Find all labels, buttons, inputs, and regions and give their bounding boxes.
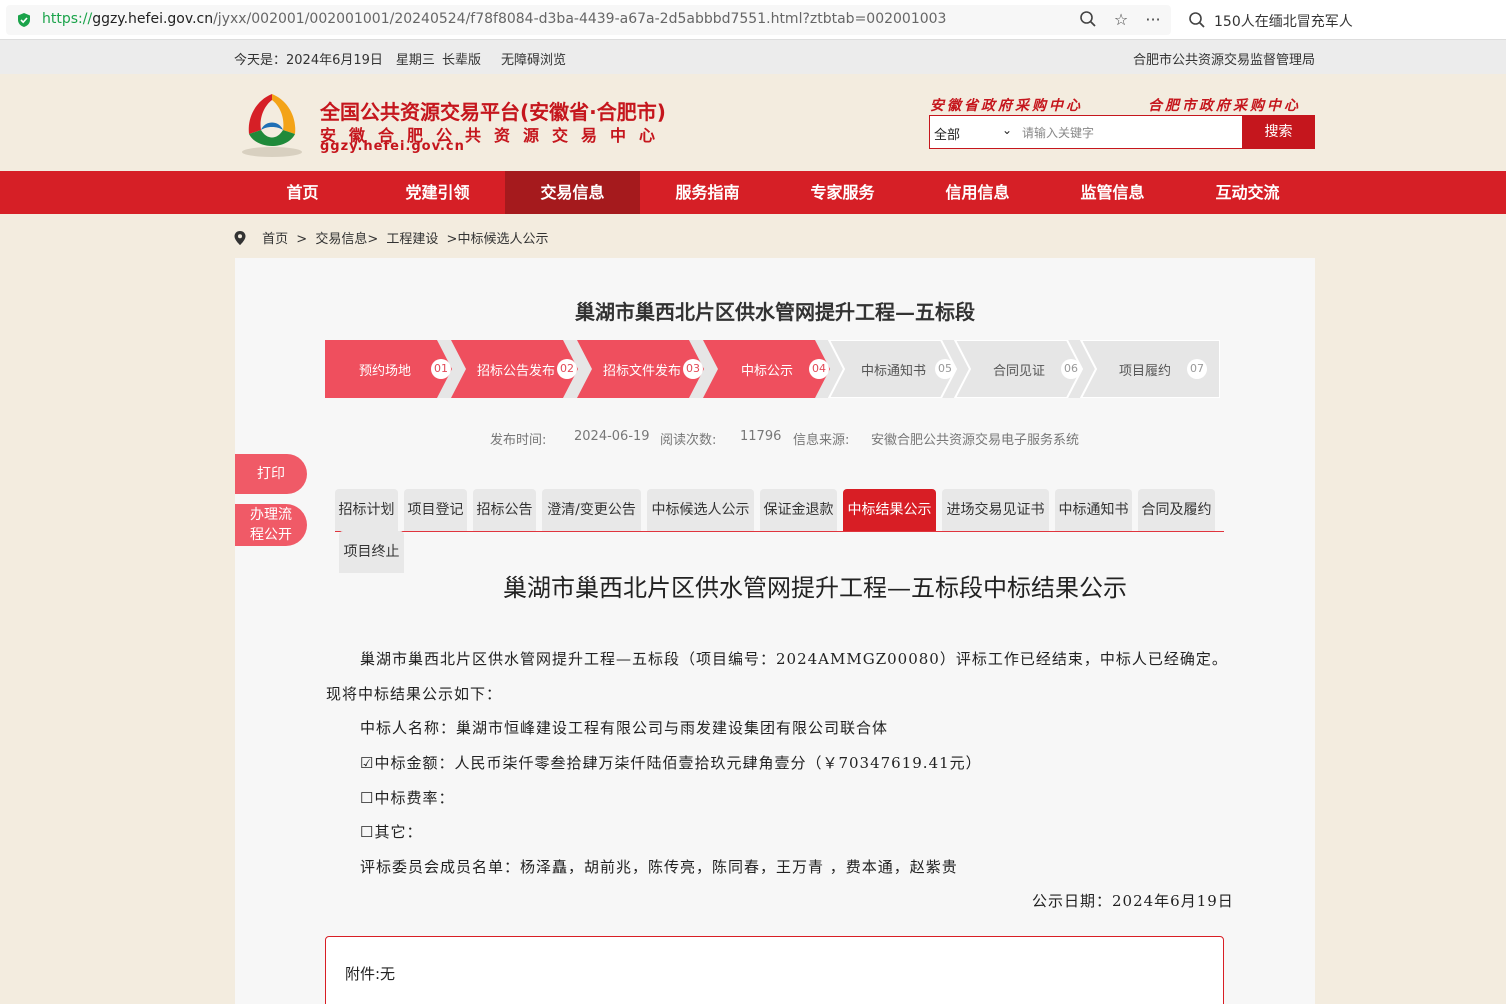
browser-toolbar: https://ggzy.hefei.gov.cn/jyxx/002001/00…: [0, 0, 1506, 40]
winner-line: 中标人名称：巢湖市恒峰建设工程有限公司与雨发建设集团有限公司联合体: [360, 719, 889, 737]
province-procurement-link[interactable]: 安徽省政府采购中心: [930, 95, 1083, 115]
tabs-underline: [335, 531, 1224, 532]
tab-project-registration[interactable]: 项目登记: [404, 489, 467, 531]
tab-deposit-refund[interactable]: 保证金退款: [760, 489, 837, 531]
elder-mode-link[interactable]: 长辈版: [442, 49, 481, 68]
process-label-line1: 办理流: [250, 507, 292, 523]
tab-contract[interactable]: 合同及履约: [1138, 489, 1215, 531]
nav-transactions[interactable]: 交易信息: [505, 171, 640, 214]
browser-search-box[interactable]: 150人在缅北冒充军人: [1182, 5, 1500, 35]
nav-party[interactable]: 党建引领: [370, 171, 505, 214]
committee-line: 评标委员会成员名单：杨泽矗，胡前兆，陈传亮，陈同春，王万青 ，费本通，赵紫贵: [360, 858, 958, 876]
search-category-select[interactable]: 全部 ⌄: [930, 116, 1016, 148]
intro-paragraph-2: 现将中标结果公示如下：: [326, 685, 503, 703]
today-date: 今天是：2024年6月19日 星期三: [234, 53, 435, 68]
rate-line: ☐中标费率：: [360, 789, 455, 807]
url-text: https://ggzy.hefei.gov.cn/jyxx/002001/00…: [42, 11, 947, 27]
project-title: 巢湖市巢西北片区供水管网提升工程—五标段: [575, 300, 975, 324]
reads-label: 阅读次数:: [660, 433, 717, 448]
reads-count: 11796: [740, 429, 782, 444]
tab-award-result[interactable]: 中标结果公示: [843, 489, 936, 531]
step-7[interactable]: 项目履约 07: [1081, 340, 1220, 398]
breadcrumb-current[interactable]: >中标候选人公示: [447, 232, 549, 247]
nav-service-guide[interactable]: 服务指南: [640, 171, 775, 214]
platform-domain: ggzy.hefei.gov.cn: [320, 139, 465, 154]
top-info-strip: 今天是：2024年6月19日 星期三 长辈版 无障碍浏览 合肥市公共资源交易监督…: [0, 40, 1506, 74]
accessibility-link[interactable]: 无障碍浏览: [501, 49, 566, 68]
nav-credit[interactable]: 信用信息: [910, 171, 1045, 214]
tab-bid-announcement[interactable]: 招标公告: [473, 489, 536, 531]
other-line: ☐其它：: [360, 823, 423, 841]
breadcrumb-construction[interactable]: 工程建设: [386, 232, 438, 247]
browser-search-text: 150人在缅北冒充军人: [1214, 14, 1353, 30]
process-label-line2: 程公开: [250, 527, 292, 543]
search-icon: [1189, 12, 1205, 28]
search-input[interactable]: 请输入关键字: [1022, 124, 1094, 141]
more-icon[interactable]: ···: [1143, 10, 1163, 30]
platform-title: 全国公共资源交易平台(安徽省·合肥市): [320, 100, 666, 124]
attachment-text: 附件:无: [345, 965, 396, 983]
publish-label: 发布时间:: [490, 433, 547, 448]
platform-logo-icon[interactable]: [237, 90, 307, 158]
location-pin-icon: [234, 231, 246, 245]
progress-steps: 预约场地 01 招标公告发布 02 招标文件发布 03 中标公示 04 中标通知书 05 …: [325, 340, 1220, 398]
document-title: 巢湖市巢西北片区供水管网提升工程—五标段中标结果公示: [503, 574, 1127, 602]
breadcrumb-sep: >: [296, 232, 308, 247]
breadcrumb: 首页 > 交易信息> 工程建设 >中标候选人公示: [234, 228, 552, 247]
publish-date: 2024-06-19: [574, 429, 650, 444]
attachment-box: 附件:无: [325, 936, 1224, 1004]
step-2[interactable]: 招标公告发布 02: [451, 340, 577, 398]
tab-clarification[interactable]: 澄清/变更公告: [542, 489, 641, 531]
nav-interaction[interactable]: 互动交流: [1180, 171, 1315, 214]
step-6[interactable]: 合同见证 06: [955, 340, 1081, 398]
nav-supervision[interactable]: 监管信息: [1045, 171, 1180, 214]
site-search: 全部 ⌄ 请输入关键字 搜索: [929, 115, 1315, 149]
notice-date: 公示日期：2024年6月19日: [1032, 892, 1234, 910]
breadcrumb-transactions[interactable]: 交易信息>: [315, 232, 378, 247]
intro-paragraph-1: 巢湖市巢西北片区供水管网提升工程—五标段（项目编号：2024AMMGZ00080…: [360, 650, 1228, 668]
city-procurement-link[interactable]: 合肥市政府采购中心: [1148, 95, 1301, 115]
step-1[interactable]: 预约场地 01: [325, 340, 451, 398]
nav-experts[interactable]: 专家服务: [775, 171, 910, 214]
process-public-button[interactable]: 办理流 程公开: [235, 504, 307, 546]
address-bar[interactable]: https://ggzy.hefei.gov.cn/jyxx/002001/00…: [6, 5, 1171, 35]
breadcrumb-home[interactable]: 首页: [262, 232, 288, 247]
source-value: 安徽合肥公共资源交易电子服务系统: [871, 433, 1080, 448]
step-3[interactable]: 招标文件发布 03: [577, 340, 703, 398]
tab-witness-certificate[interactable]: 进场交易见证书: [942, 489, 1049, 531]
source-label: 信息来源:: [793, 433, 850, 448]
nav-home[interactable]: 首页: [235, 171, 370, 214]
search-button[interactable]: 搜索: [1242, 116, 1315, 148]
amount-line: ☑中标金额：人民币柒仟零叁拾肆万柒仟陆佰壹拾玖元肆角壹分（￥70347619.4…: [360, 754, 982, 772]
step-4[interactable]: 中标公示 04: [703, 340, 829, 398]
tab-award-notice[interactable]: 中标通知书: [1055, 489, 1132, 531]
zoom-icon[interactable]: [1078, 10, 1098, 30]
tab-bid-plan[interactable]: 招标计划: [335, 489, 398, 531]
agency-link[interactable]: 合肥市公共资源交易监督管理局: [1133, 49, 1315, 68]
chevron-down-icon: ⌄: [1001, 123, 1012, 137]
star-icon[interactable]: ☆: [1111, 10, 1131, 30]
print-button[interactable]: 打印: [235, 454, 307, 494]
tab-termination[interactable]: 项目终止: [339, 531, 404, 573]
main-nav: 首页 党建引领 交易信息 服务指南 专家服务 信用信息 监管信息 互动交流: [0, 171, 1506, 214]
secure-shield-icon: [18, 13, 30, 27]
tab-candidates[interactable]: 中标候选人公示: [647, 489, 754, 531]
step-5[interactable]: 中标通知书 05: [829, 340, 955, 398]
